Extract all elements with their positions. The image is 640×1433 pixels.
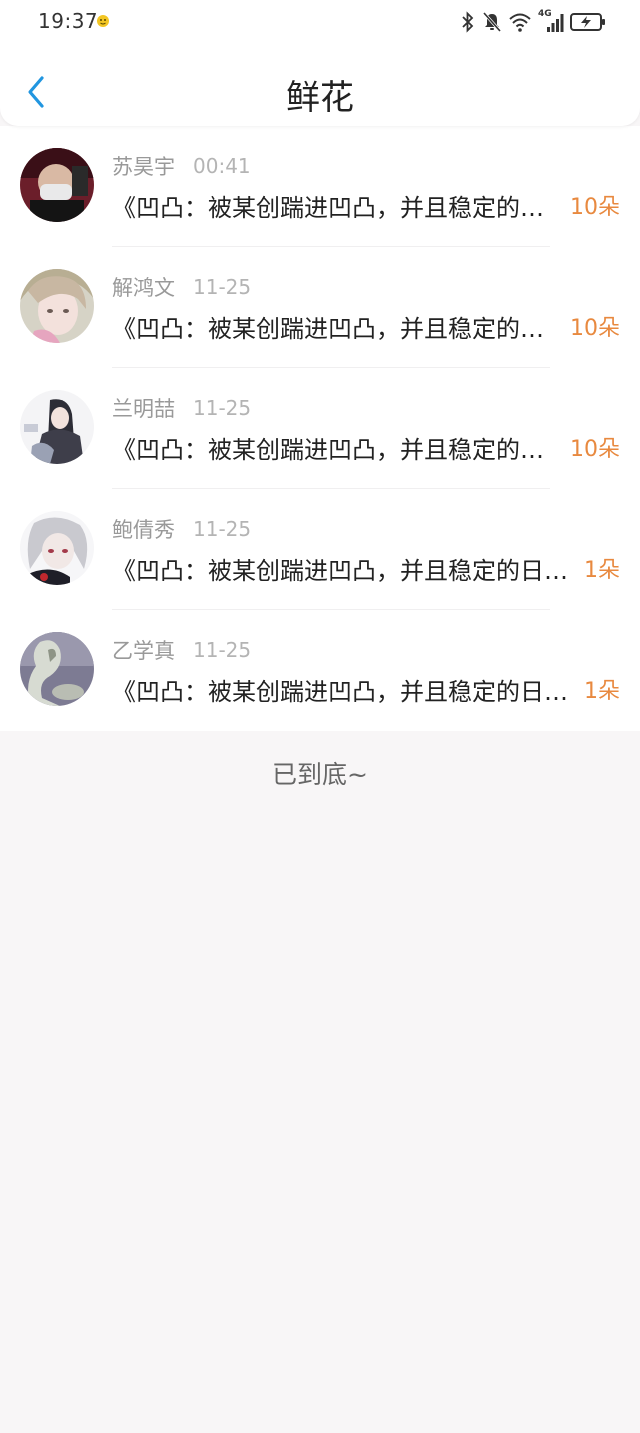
flower-count: 10朵: [570, 437, 620, 462]
avatar[interactable]: [20, 511, 94, 585]
message-text: 《凹凸：被某创踹进凹凸，并且稳定的日常》: [112, 194, 567, 222]
message-text: 《凹凸：被某创踹进凹凸，并且稳定的日常》: [112, 436, 567, 464]
bluetooth-icon: [462, 11, 474, 33]
sender-name: 苏昊宇: [112, 155, 175, 179]
avatar[interactable]: [20, 269, 94, 343]
list-item[interactable]: 兰明喆 11-25 《凹凸：被某创踹进凹凸，并且稳定的日常》 10朵: [0, 368, 640, 489]
avatar-image: [20, 148, 94, 222]
avatar[interactable]: [20, 390, 94, 464]
flower-list: 苏昊宇 00:41 《凹凸：被某创踹进凹凸，并且稳定的日常》 10朵 解鸿文 1…: [0, 126, 640, 731]
sent-time: 11-25: [193, 638, 252, 662]
name-line: 兰明喆 11-25: [112, 393, 251, 423]
list-item[interactable]: 乙学真 11-25 《凹凸：被某创踹进凹凸，并且稳定的日常》 1朵: [0, 610, 640, 731]
avatar[interactable]: [20, 632, 94, 706]
avatar-image: [20, 390, 94, 464]
nav-bar: 鲜花: [0, 52, 640, 128]
avatar-image: [20, 511, 94, 585]
signal-bars-icon: [547, 14, 564, 32]
name-line: 鲍倩秀 11-25: [112, 514, 251, 544]
list-item[interactable]: 苏昊宇 00:41 《凹凸：被某创踹进凹凸，并且稳定的日常》 10朵: [0, 126, 640, 247]
flower-count: 10朵: [570, 316, 620, 341]
wifi-icon: [509, 13, 531, 32]
sender-name: 解鸿文: [112, 276, 175, 300]
list-item[interactable]: 解鸿文 11-25 《凹凸：被某创踹进凹凸，并且稳定的日常》 10朵: [0, 247, 640, 368]
cellular-signal: 4G: [538, 9, 564, 33]
name-line: 乙学真 11-25: [112, 635, 251, 665]
battery-charging-icon: [570, 13, 605, 31]
name-line: 解鸿文 11-25: [112, 272, 251, 302]
status-icons: 4G: [460, 8, 606, 36]
sender-name: 鲍倩秀: [112, 518, 175, 542]
status-time: 19:37: [38, 9, 99, 33]
flower-count: 1朵: [584, 558, 620, 583]
sent-time: 00:41: [193, 154, 251, 178]
flower-count: 10朵: [570, 195, 620, 220]
sender-name: 乙学真: [112, 639, 175, 663]
name-line: 苏昊宇 00:41: [112, 151, 251, 181]
avatar-image: [20, 632, 94, 706]
message-text: 《凹凸：被某创踹进凹凸，并且稳定的日常》: [112, 315, 567, 343]
sender-name: 兰明喆: [112, 397, 175, 421]
message-text: 《凹凸：被某创踹进凹凸，并且稳定的日常》: [112, 678, 585, 706]
top-bar: 19:37 4G 鲜花: [0, 0, 640, 126]
sent-time: 11-25: [193, 517, 252, 541]
avatar[interactable]: [20, 148, 94, 222]
page-title: 鲜花: [286, 78, 354, 118]
end-of-list-text: 已到底~: [272, 760, 368, 789]
sent-time: 11-25: [193, 275, 252, 299]
notification-icon: [97, 15, 109, 27]
sent-time: 11-25: [193, 396, 252, 420]
avatar-image: [20, 269, 94, 343]
flower-count: 1朵: [584, 679, 620, 704]
list-item[interactable]: 鲍倩秀 11-25 《凹凸：被某创踹进凹凸，并且稳定的日常》 1朵: [0, 489, 640, 610]
status-bar: 19:37 4G: [0, 0, 640, 44]
mute-bell-icon: [482, 12, 502, 32]
message-text: 《凹凸：被某创踹进凹凸，并且稳定的日常》: [112, 557, 585, 585]
